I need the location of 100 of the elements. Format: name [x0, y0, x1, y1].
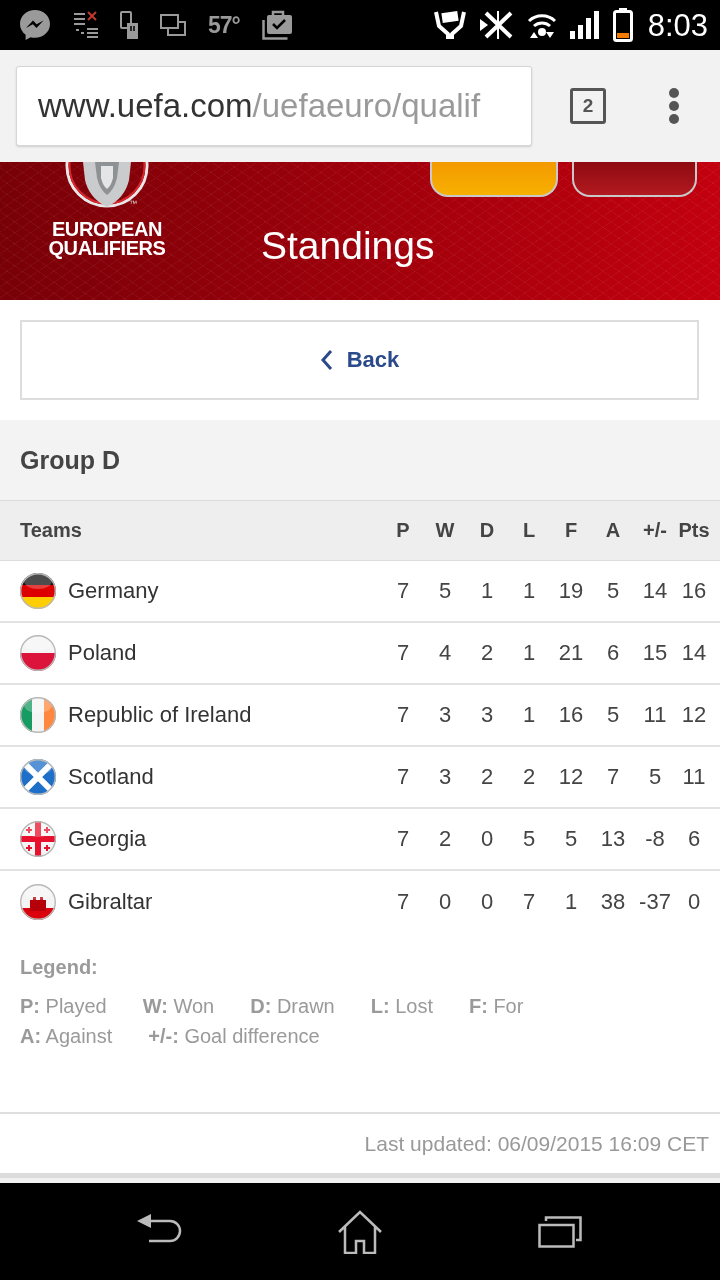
team-name: Georgia — [68, 826, 147, 852]
flag-icon — [20, 697, 56, 733]
x-mark-icon — [479, 10, 514, 40]
flag-icon — [20, 573, 56, 609]
table-cell: 5 — [522, 826, 536, 852]
table-cell: 16 — [558, 702, 584, 728]
flag-icon — [20, 821, 56, 857]
table-cell: 5 — [606, 578, 620, 604]
column-header: +/- — [643, 519, 667, 542]
table-cell: 14 — [681, 640, 707, 666]
legend-item: P: Played — [20, 994, 107, 1019]
table-cell: 2 — [480, 640, 494, 666]
menu-icon[interactable] — [668, 88, 680, 124]
table-cell: 1 — [522, 702, 536, 728]
page-title: Standings — [261, 225, 435, 265]
column-header: P — [396, 519, 410, 542]
table-cell: 7 — [396, 889, 410, 915]
table-cell: 7 — [396, 640, 410, 666]
table-cell: 2 — [522, 764, 536, 790]
column-header: W — [435, 519, 455, 542]
recent-apps-icon[interactable] — [538, 1215, 582, 1248]
table-cell: 7 — [522, 889, 536, 915]
clock-text: 8:03 — [647, 9, 708, 41]
sponsor-tile[interactable] — [430, 162, 558, 197]
table-cell: 2 — [438, 826, 452, 852]
table-cell: 12 — [681, 702, 707, 728]
back-button[interactable]: Back — [20, 320, 699, 400]
table-cell: 7 — [396, 826, 410, 852]
legend-item: W: Won — [142, 994, 215, 1019]
chat-bubble-icon — [18, 8, 52, 42]
logo-text: QUALIFIERS — [48, 239, 166, 258]
table-cell: 13 — [600, 826, 626, 852]
table-cell: 7 — [606, 764, 620, 790]
column-header: Pts — [678, 519, 710, 542]
table-cell: -37 — [639, 889, 671, 915]
table-cell: 6 — [606, 640, 620, 666]
table-cell: 15 — [642, 640, 668, 666]
table-cell: 19 — [558, 578, 584, 604]
group-title: Group D — [20, 445, 120, 475]
table-cell: 7 — [396, 764, 410, 790]
signal-icon — [569, 11, 600, 39]
table-cell: 0 — [480, 889, 494, 915]
table-cell: 16 — [681, 578, 707, 604]
hands-icon — [432, 10, 467, 40]
column-header: L — [522, 519, 536, 542]
table-cell: 12 — [558, 764, 584, 790]
legend-item: D: Drawn — [250, 994, 335, 1019]
table-cell: 2 — [480, 764, 494, 790]
flag-icon — [20, 884, 56, 920]
column-header: Teams — [20, 519, 82, 542]
table-cell: 0 — [438, 889, 452, 915]
table-cell: 38 — [600, 889, 626, 915]
team-name: Poland — [68, 640, 137, 666]
sponsor-tile[interactable] — [572, 162, 697, 197]
table-cell: 1 — [480, 578, 494, 604]
briefcase-icon — [261, 10, 292, 40]
table-cell: 21 — [558, 640, 584, 666]
legend-item: L: Lost — [370, 994, 433, 1019]
table-cell: 1 — [522, 578, 536, 604]
table-cell: 5 — [648, 764, 662, 790]
legend-item: +/-: Goal difference — [148, 1024, 320, 1049]
table-cell: 5 — [438, 578, 452, 604]
table-cell: 0 — [480, 826, 494, 852]
table-cell: 11 — [682, 764, 706, 790]
phone-card-icon — [120, 11, 138, 39]
home-icon[interactable] — [337, 1209, 383, 1254]
table-cell: 4 — [438, 640, 452, 666]
flag-icon — [20, 635, 56, 671]
chevron-left-icon — [319, 349, 333, 371]
team-name: Germany — [68, 578, 159, 604]
table-cell: 0 — [687, 889, 701, 915]
last-updated-text: Last updated: 06/09/2015 16:09 CET — [364, 1131, 709, 1156]
column-header: A — [605, 519, 621, 542]
table-cell: -8 — [645, 826, 665, 852]
flag-icon — [20, 759, 56, 795]
logo-text: EUROPEAN — [51, 220, 163, 239]
list-icon — [74, 11, 98, 39]
table-cell: 3 — [438, 764, 452, 790]
column-header: D — [479, 519, 495, 542]
legend-title: Legend: — [20, 955, 98, 980]
table-cell: 3 — [480, 702, 494, 728]
tab-count-button[interactable]: 2 — [570, 88, 606, 124]
table-cell: 7 — [396, 702, 410, 728]
temperature-text: 57° — [208, 13, 240, 37]
column-header: F — [564, 519, 578, 542]
url-field[interactable]: www.uefa.com/uefaeuro/qualif — [16, 66, 532, 146]
team-name: Gibraltar — [68, 889, 153, 915]
team-name: Republic of Ireland — [68, 702, 252, 728]
windows-icon — [160, 14, 186, 36]
trademark-text: ™ — [129, 200, 137, 208]
legend-item: A: Against — [20, 1024, 113, 1049]
legend-item: F: For — [468, 994, 524, 1019]
battery-icon — [612, 8, 633, 42]
wifi-icon — [526, 11, 557, 39]
table-cell: 6 — [687, 826, 701, 852]
table-cell: 3 — [438, 702, 452, 728]
table-cell: 1 — [522, 640, 536, 666]
table-cell: 5 — [564, 826, 578, 852]
table-cell: 1 — [564, 889, 578, 915]
table-cell: 7 — [396, 578, 410, 604]
